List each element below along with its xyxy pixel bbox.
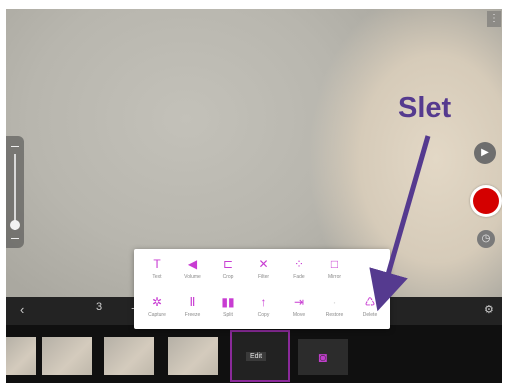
selected-clip-label: Edit [246,352,267,361]
play-icon: ▶ [481,147,489,158]
filter-icon: ✕ [258,257,269,271]
menu-item-text[interactable]: T Text [139,255,175,289]
more-icon: ⋮ [489,13,499,24]
gear-icon[interactable]: ⚙ [484,303,494,316]
restore-icon: · [332,295,337,309]
annotation-label: Slet [398,92,452,124]
chevron-left-icon[interactable]: ‹ [20,302,24,317]
camera-icon: ◙ [318,349,328,365]
menu-item-label: Volume [184,274,201,280]
move-icon: ⇥ [293,295,305,309]
edit-menu: T Text ◀ Volume ⊏ Crop ✕ Filter ⁘ Fade □ Mirror ✲ Cap… [134,249,390,329]
capture-icon: ✲ [151,295,163,309]
menu-item-label: Crop [222,274,234,280]
clip-count: 3 [96,301,103,313]
text-icon: T [153,257,161,271]
menu-item-volume[interactable]: ◀ Volume [175,255,211,289]
menu-item-crop[interactable]: ⊏ Crop [210,255,246,289]
delete-icon: ♺ [364,295,376,309]
clip-thumbnail[interactable] [6,337,36,375]
copy-icon: ↑ [260,295,267,309]
zoom-track [14,154,16,230]
menu-item-label: Mirror [327,274,342,280]
menu-item-split[interactable]: ▮▮ Split [210,293,246,327]
add-recording-button[interactable]: ◙ [298,339,348,375]
record-icon [473,188,499,214]
menu-item-label: Split [223,312,233,318]
menu-item-label: Restore [325,312,344,318]
menu-item-label: Copy [257,312,270,318]
menu-item-label: Delete [362,312,378,318]
menu-item-delete[interactable]: ♺ Delete [352,293,388,327]
clip-thumbnail[interactable] [104,337,154,375]
menu-item-label: Fade [293,274,305,280]
mirror-icon: □ [330,257,339,271]
selected-clip[interactable]: Edit [230,330,290,382]
menu-item-label: Text [152,274,162,280]
crop-icon: ⊏ [222,257,234,271]
menu-item-label: Capture [148,312,166,318]
more-button[interactable]: ⋮ [487,11,501,27]
zoom-thumb[interactable] [10,220,20,230]
menu-item-label: Freeze [184,312,201,318]
zoom-out-mark [11,238,19,239]
menu-item-label: Filter [257,274,270,280]
menu-item-copy[interactable]: ↑ Copy [246,293,282,327]
zoom-slider[interactable] [6,136,24,248]
menu-item-mirror[interactable]: □ Mirror [317,255,353,289]
clip-thumbnail[interactable] [42,337,92,375]
record-button[interactable] [470,185,502,217]
menu-item-filter[interactable]: ✕ Filter [246,255,282,289]
freeze-icon: Ⅱ [189,295,196,309]
menu-item-restore[interactable]: · Restore [317,293,353,327]
volume-icon: ◀ [187,257,198,271]
clip-strip: Edit ◙ [6,325,502,383]
timer-button[interactable]: ◷ [477,230,495,248]
clip-thumbnail[interactable] [168,337,218,375]
zoom-in-mark [11,146,19,147]
split-icon: ▮▮ [221,295,235,309]
menu-item-move[interactable]: ⇥ Move [281,293,317,327]
menu-item-fade[interactable]: ⁘ Fade [281,255,317,289]
menu-item-capture[interactable]: ✲ Capture [139,293,175,327]
menu-item-freeze[interactable]: Ⅱ Freeze [175,293,211,327]
menu-item-label: Move [292,312,306,318]
fade-icon: ⁘ [293,257,305,271]
timer-icon: ◷ [481,233,491,244]
play-button[interactable]: ▶ [474,142,496,164]
